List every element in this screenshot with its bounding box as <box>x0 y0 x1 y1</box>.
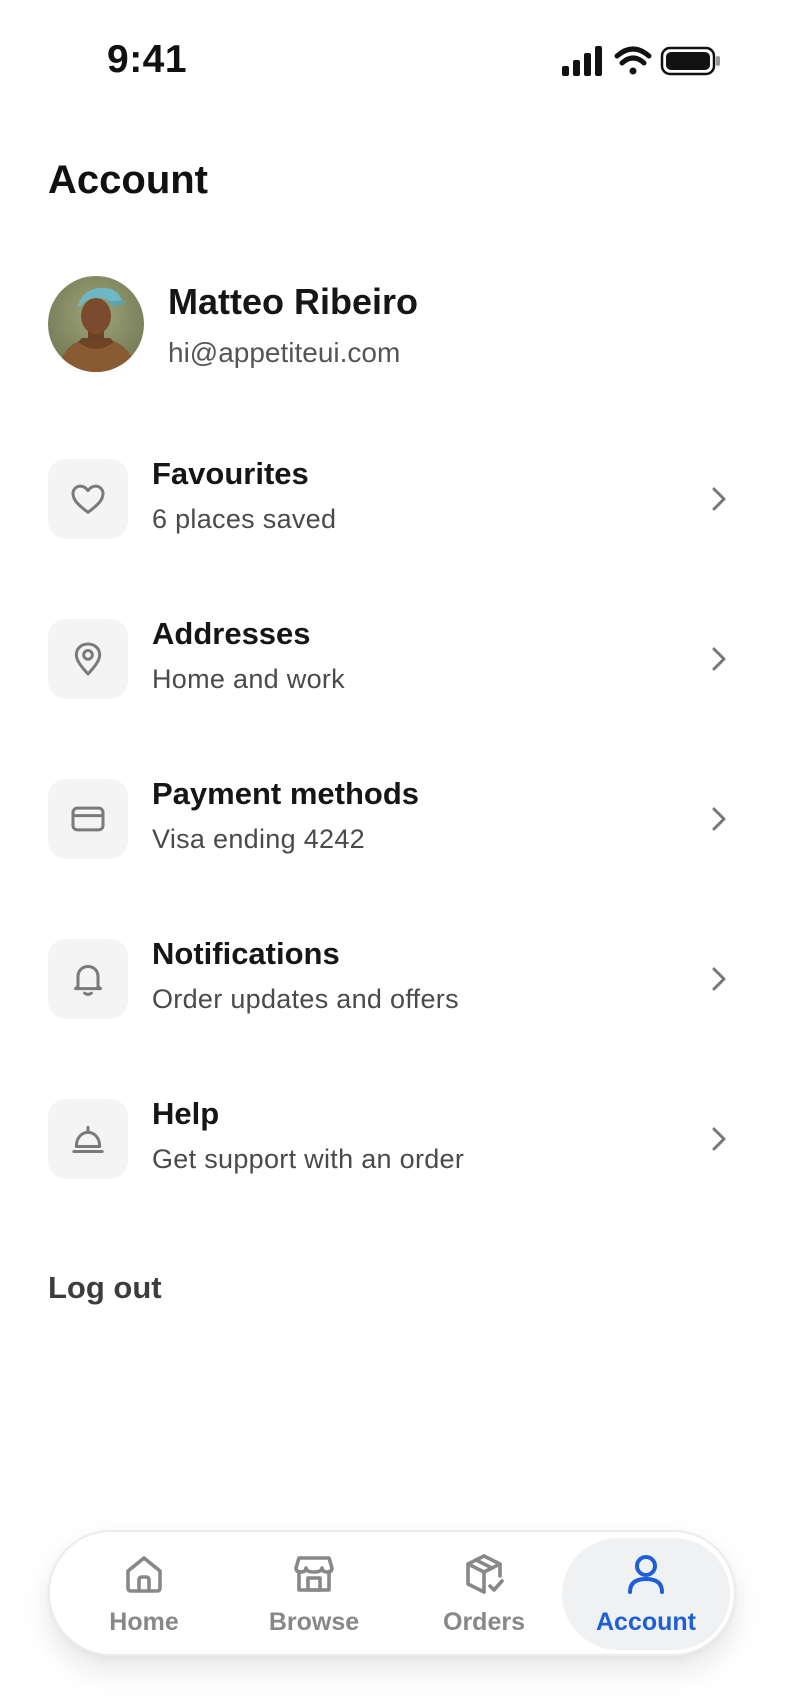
store-icon <box>294 1556 334 1592</box>
bell-icon <box>74 965 102 996</box>
logout-button[interactable]: Log out <box>48 1270 162 1306</box>
avatar-image <box>48 276 144 372</box>
tab-label: Home <box>109 1608 179 1636</box>
tab-account[interactable]: Account <box>562 1538 730 1650</box>
credit-card-icon <box>71 806 105 832</box>
service-bell-icon <box>72 1125 104 1153</box>
menu-item-title: Payment methods <box>152 776 420 811</box>
profile-name: Matteo Ribeiro <box>168 281 419 322</box>
menu-item-title: Favourites <box>152 456 309 491</box>
status-time: 9:41 <box>107 38 188 81</box>
tab-label: Browse <box>268 1608 360 1636</box>
chevron-right-icon <box>712 1127 726 1151</box>
tab-label: Account <box>596 1608 696 1636</box>
account-screen: 9:41 Account Matteo Ribeiro hi@appetiteu… <box>0 0 786 1704</box>
menu-item-help[interactable]: Help Get support with an order <box>48 1096 738 1180</box>
tab-orders[interactable]: Orders <box>400 1538 568 1650</box>
tab-label: Orders <box>443 1608 525 1636</box>
battery-icon <box>660 46 720 76</box>
heart-icon <box>71 484 105 514</box>
tab-browse[interactable]: Browse <box>230 1538 398 1650</box>
home-icon <box>126 1556 162 1593</box>
menu-icon-box <box>48 939 128 1019</box>
chevron-right-icon <box>712 487 726 511</box>
menu-item-payment-methods[interactable]: Payment methods Visa ending 4242 <box>48 776 738 860</box>
menu-icon-box <box>48 619 128 699</box>
menu-item-title: Addresses <box>152 616 311 651</box>
signal-icon <box>562 46 602 76</box>
avatar[interactable] <box>48 276 144 372</box>
menu-item-subtitle: 6 places saved <box>152 504 337 534</box>
menu-icon-box <box>48 779 128 859</box>
chevron-right-icon <box>712 647 726 671</box>
location-pin-icon <box>74 642 102 676</box>
bottom-tab-bar: Home Browse Orders Account <box>48 1530 736 1656</box>
page-title: Account <box>48 158 208 202</box>
menu-item-title: Help <box>152 1096 220 1131</box>
chevron-right-icon <box>712 807 726 831</box>
menu-icon-box <box>48 459 128 539</box>
menu-item-subtitle: Home and work <box>152 664 345 694</box>
menu-item-subtitle: Get support with an order <box>152 1144 465 1174</box>
user-icon <box>628 1555 664 1594</box>
menu-item-notifications[interactable]: Notifications Order updates and offers <box>48 936 738 1020</box>
menu-item-subtitle: Order updates and offers <box>152 984 459 1014</box>
package-icon <box>466 1554 504 1594</box>
menu-item-subtitle: Visa ending 4242 <box>152 824 365 854</box>
profile-email: hi@appetiteui.com <box>168 337 401 368</box>
menu-icon-box <box>48 1099 128 1179</box>
menu-item-addresses[interactable]: Addresses Home and work <box>48 616 738 700</box>
menu-item-title: Notifications <box>152 936 340 971</box>
tab-home[interactable]: Home <box>60 1538 228 1650</box>
chevron-right-icon <box>712 967 726 991</box>
wifi-icon <box>614 46 652 75</box>
menu-item-favourites[interactable]: Favourites 6 places saved <box>48 456 738 540</box>
status-icons <box>562 46 720 76</box>
